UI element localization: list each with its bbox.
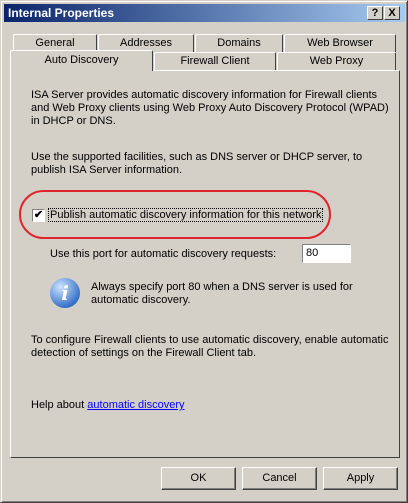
title-bar[interactable]: Internal Properties ? X	[4, 4, 405, 22]
tab-firewall-client[interactable]: Firewall Client	[154, 52, 276, 70]
tab-domains[interactable]: Domains	[195, 34, 283, 52]
port-input[interactable]: 80	[302, 244, 351, 263]
firewall-note: To configure Firewall clients to use aut…	[31, 334, 389, 359]
properties-dialog: Internal Properties ? X General Addresse…	[0, 0, 408, 503]
cancel-button[interactable]: Cancel	[242, 467, 317, 490]
tab-web-proxy[interactable]: Web Proxy	[277, 52, 396, 70]
apply-button[interactable]: Apply	[323, 467, 398, 490]
tab-auto-discovery[interactable]: Auto Discovery	[10, 50, 153, 71]
close-button[interactable]: X	[384, 6, 400, 20]
publish-label-text: Publish automatic discovery information …	[48, 208, 324, 222]
intro-text: ISA Server provides automatic discovery …	[31, 89, 389, 127]
publish-checkbox-label[interactable]: Publish automatic discovery information …	[48, 208, 324, 222]
help-line: Help about automatic discovery	[31, 399, 185, 412]
facilities-text: Use the supported facilities, such as DN…	[31, 151, 363, 176]
tab-web-browser[interactable]: Web Browser	[284, 34, 396, 52]
help-link[interactable]: automatic discovery	[87, 399, 184, 411]
info-note: Always specify port 80 when a DNS server…	[91, 281, 353, 306]
port-label: Use this port for automatic discovery re…	[50, 248, 277, 260]
publish-checkbox[interactable]: ✔	[32, 209, 45, 222]
ok-button[interactable]: OK	[161, 467, 236, 490]
help-button[interactable]: ?	[367, 6, 383, 20]
info-icon: i	[50, 278, 80, 308]
help-prefix: Help about	[31, 399, 85, 411]
dialog-title: Internal Properties	[8, 6, 115, 20]
